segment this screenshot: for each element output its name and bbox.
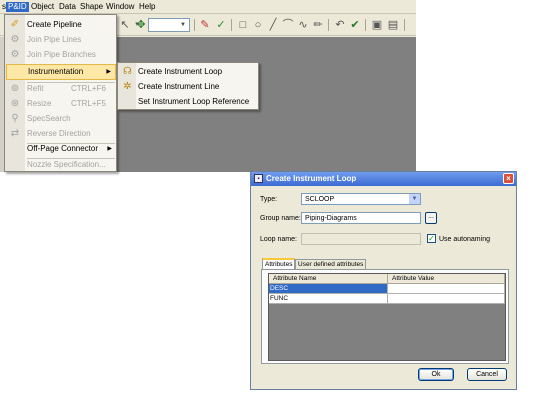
browse-button[interactable]: ... bbox=[425, 212, 437, 224]
menu-item-create-pipeline[interactable]: ✐ Create Pipeline bbox=[5, 17, 116, 33]
menu-pid[interactable]: P&ID bbox=[6, 2, 29, 12]
instrumentation-submenu: ☊ Create Instrument Loop ✲ Create Instru… bbox=[117, 62, 259, 110]
menu-item-label: Off-Page Connector bbox=[27, 144, 99, 153]
loop-name-input[interactable] bbox=[301, 233, 421, 245]
type-select[interactable]: SCLOOP ▼ bbox=[301, 193, 421, 205]
menu-item-nozzle-specification[interactable]: Nozzle Specification... bbox=[5, 157, 116, 173]
pipeline-icon: ✐ bbox=[10, 19, 20, 30]
menu-item-refit[interactable]: ⊚ Refit CTRL+F6 bbox=[5, 81, 116, 97]
toolbar-separator bbox=[194, 19, 195, 31]
menubar: s P&ID Object Data Shape Window Help bbox=[0, 0, 416, 14]
image-icon[interactable]: ▣ bbox=[370, 18, 384, 32]
toolbar-separator bbox=[404, 19, 405, 31]
menu-item-create-instrument-line[interactable]: ✲ Create Instrument Line bbox=[118, 79, 258, 94]
menu-window[interactable]: Window bbox=[104, 2, 136, 12]
menu-help[interactable]: Help bbox=[137, 2, 157, 12]
menu-item-reverse-direction[interactable]: ⇄ Reverse Direction bbox=[5, 126, 116, 142]
menu-item-resize[interactable]: ⊛ Resize CTRL+F5 bbox=[5, 96, 116, 112]
line-icon[interactable]: ╱ bbox=[266, 18, 280, 32]
grid-cell-value[interactable] bbox=[388, 284, 505, 294]
loop-name-label: Loop name: bbox=[260, 236, 297, 243]
menu-object[interactable]: Object bbox=[29, 2, 56, 12]
checkmark-icon[interactable]: ✔ bbox=[348, 18, 362, 32]
submenu-arrow-icon: ▶ bbox=[107, 146, 112, 152]
menu-item-instrumentation[interactable]: Instrumentation ▶ bbox=[6, 64, 116, 80]
menu-item-specsearch[interactable]: ⚲ SpecSearch bbox=[5, 111, 116, 127]
menu-item-label: Resize bbox=[27, 99, 52, 108]
use-autonaming-checkbox[interactable]: ✓ bbox=[427, 234, 436, 243]
close-icon[interactable]: × bbox=[503, 173, 514, 184]
menu-item-label: Create Instrument Line bbox=[138, 82, 220, 91]
join-lines-icon: ⚙ bbox=[10, 34, 20, 45]
attributes-tab-panel: Attribute Name Attribute Value DESC FUNC bbox=[261, 269, 509, 364]
curve-icon[interactable]: ∿ bbox=[296, 18, 310, 32]
grid-cell-name[interactable]: DESC bbox=[269, 284, 388, 294]
chevron-down-icon: ▼ bbox=[180, 22, 186, 28]
pid-dropdown-menu: ✐ Create Pipeline ⚙ Join Pipe Lines ⚙ Jo… bbox=[4, 14, 117, 172]
group-name-label: Group name: bbox=[260, 215, 301, 222]
dialog-app-icon: ▪ bbox=[254, 174, 263, 183]
undo-icon[interactable]: ↶ bbox=[333, 18, 347, 32]
grid-cell-value[interactable] bbox=[388, 294, 505, 304]
grid-cell-name[interactable]: FUNC bbox=[269, 294, 388, 304]
type-select-value: SCLOOP bbox=[305, 196, 335, 203]
toolbar-separator bbox=[231, 19, 232, 31]
chevron-down-icon[interactable]: ▼ bbox=[409, 194, 420, 204]
toolbar-separator bbox=[328, 19, 329, 31]
toolbar-separator bbox=[365, 19, 366, 31]
join-branches-icon: ⚙ bbox=[10, 49, 20, 60]
menu-item-join-pipe-branches[interactable]: ⚙ Join Pipe Branches bbox=[5, 47, 116, 63]
toolbar-combo[interactable]: ▼ bbox=[148, 18, 190, 32]
menu-item-label: Refit bbox=[27, 84, 44, 93]
pencil-icon[interactable]: ✏ bbox=[311, 18, 325, 32]
ok-button[interactable]: Ok bbox=[418, 368, 454, 381]
rectangle-icon[interactable]: □ bbox=[236, 18, 250, 32]
group-name-input[interactable]: Piping-Diagrams bbox=[301, 212, 421, 224]
group-name-value: Piping-Diagrams bbox=[305, 215, 357, 222]
open-icon[interactable]: ▤ bbox=[386, 18, 400, 32]
shortcut-text: CTRL+F5 bbox=[71, 99, 106, 108]
menu-item-set-instrument-loop-reference[interactable]: Set Instrument Loop Reference bbox=[118, 94, 258, 109]
cancel-button[interactable]: Cancel bbox=[467, 368, 507, 381]
crosshair-icon[interactable]: ✥ bbox=[134, 18, 148, 32]
column-header-attribute-name[interactable]: Attribute Name bbox=[269, 274, 388, 284]
connect-icon[interactable]: ✓ bbox=[214, 18, 228, 32]
menu-data[interactable]: Data bbox=[57, 2, 78, 12]
menu-item-label: SpecSearch bbox=[27, 114, 71, 123]
instrument-loop-icon: ☊ bbox=[123, 66, 132, 77]
menu-item-label: Nozzle Specification... bbox=[27, 160, 106, 169]
menu-item-label: Set Instrument Loop Reference bbox=[138, 97, 250, 106]
attributes-grid[interactable]: Attribute Name Attribute Value DESC FUNC bbox=[268, 273, 506, 361]
dialog-title: Create Instrument Loop bbox=[266, 174, 357, 183]
instrument-line-icon: ✲ bbox=[123, 81, 132, 92]
menu-item-label: Join Pipe Lines bbox=[27, 35, 82, 44]
shortcut-text: CTRL+F6 bbox=[71, 84, 106, 93]
tag-icon[interactable]: ✎ bbox=[198, 18, 212, 32]
menu-item-label: Instrumentation bbox=[28, 67, 84, 76]
menu-item-off-page-connector[interactable]: Off-Page Connector ▶ bbox=[5, 141, 116, 157]
resize-icon: ⊛ bbox=[10, 98, 20, 109]
dialog-titlebar[interactable]: ▪ Create Instrument Loop × bbox=[251, 172, 516, 186]
menu-item-label: Create Pipeline bbox=[27, 20, 82, 29]
spec-search-icon: ⚲ bbox=[11, 113, 19, 124]
refit-icon: ⊚ bbox=[10, 83, 20, 94]
reverse-direction-icon: ⇄ bbox=[10, 128, 20, 139]
column-header-attribute-value[interactable]: Attribute Value bbox=[388, 274, 505, 284]
menu-item-join-pipe-lines[interactable]: ⚙ Join Pipe Lines bbox=[5, 32, 116, 48]
menu-item-label: Create Instrument Loop bbox=[138, 67, 223, 76]
type-label: Type: bbox=[260, 196, 278, 203]
use-autonaming-label: Use autonaming bbox=[439, 236, 490, 243]
menu-item-label: Join Pipe Branches bbox=[27, 50, 96, 59]
submenu-arrow-icon: ▶ bbox=[106, 69, 111, 75]
menu-item-label: Reverse Direction bbox=[27, 129, 91, 138]
menu-item-create-instrument-loop[interactable]: ☊ Create Instrument Loop bbox=[118, 64, 258, 79]
arc-icon[interactable]: ⌒ bbox=[281, 18, 295, 32]
menu-shape[interactable]: Shape bbox=[78, 2, 105, 12]
create-instrument-loop-dialog: ▪ Create Instrument Loop × Type: SCLOOP … bbox=[250, 171, 517, 390]
ellipse-icon[interactable]: ○ bbox=[251, 18, 265, 32]
